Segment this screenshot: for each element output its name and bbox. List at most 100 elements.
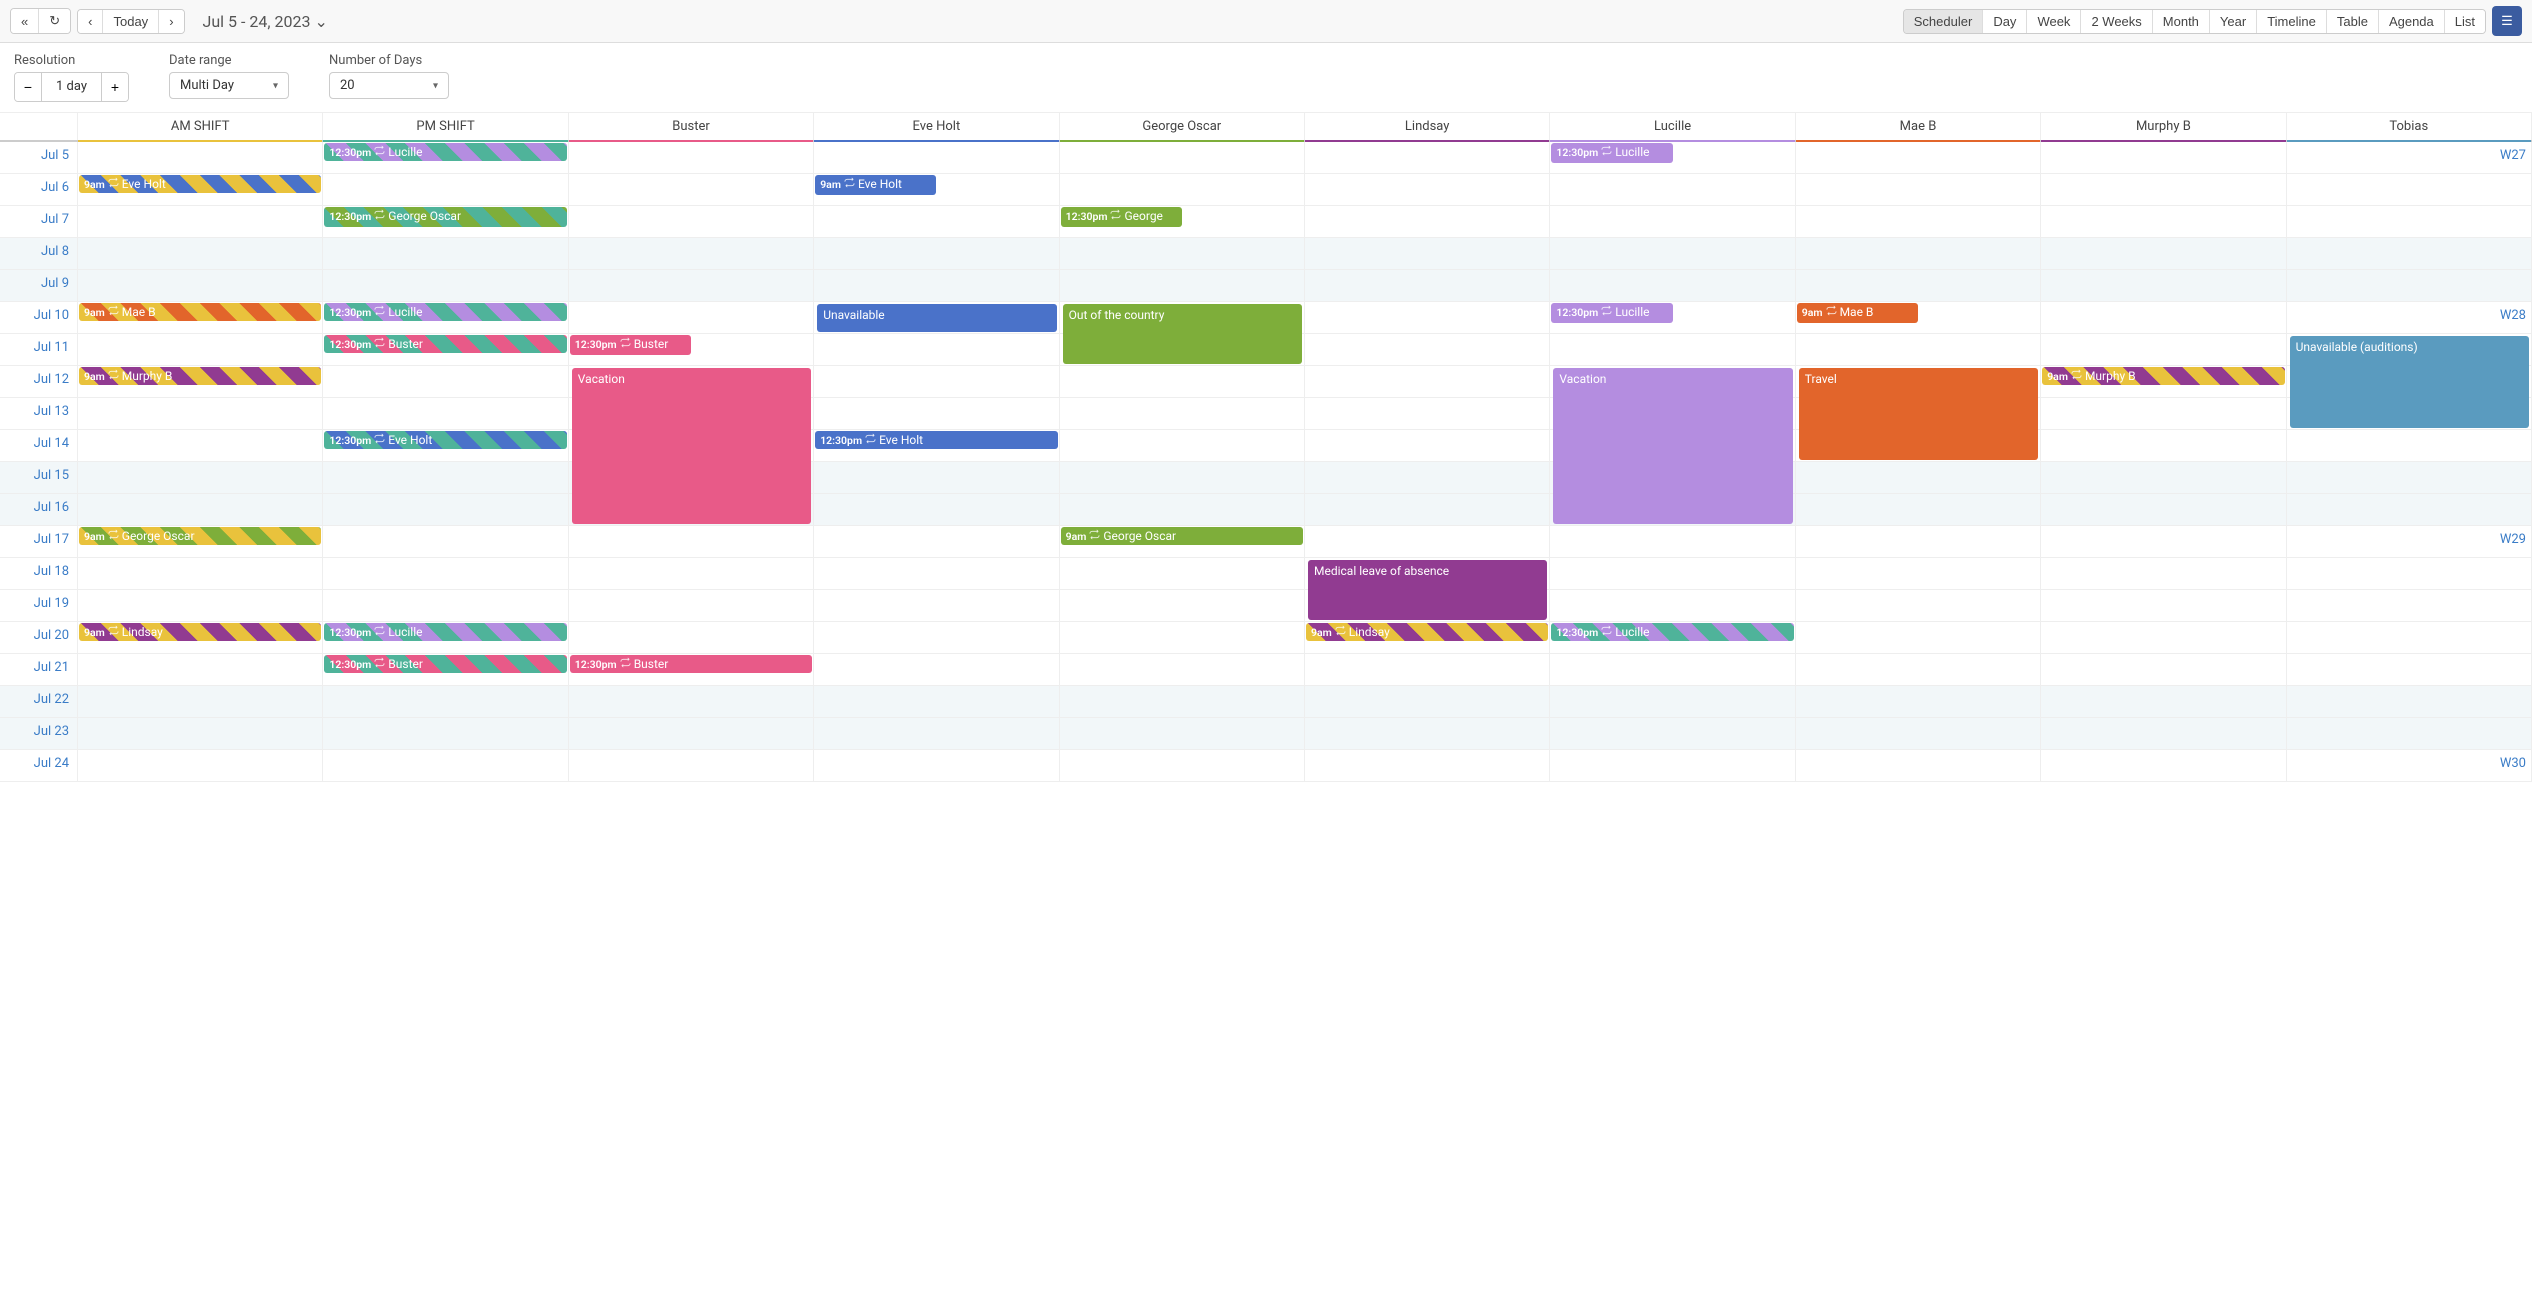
grid-cell[interactable] <box>78 206 323 237</box>
grid-cell[interactable] <box>323 526 568 557</box>
grid-cell[interactable] <box>2041 590 2286 621</box>
grid-cell[interactable] <box>1796 590 2041 621</box>
grid-cell[interactable] <box>2287 238 2532 269</box>
grid-cell[interactable] <box>2041 430 2286 461</box>
resource-header[interactable]: Tobias <box>2287 113 2532 140</box>
grid-cell[interactable] <box>814 590 1059 621</box>
grid-cell[interactable]: 12:30pmBuster <box>323 654 568 685</box>
grid-cell[interactable] <box>569 750 814 781</box>
resolution-decrease-button[interactable]: − <box>15 73 41 101</box>
grid-cell[interactable]: 9amGeorge Oscar <box>78 526 323 557</box>
grid-cell[interactable]: 12:30pmLucille <box>1550 142 1795 173</box>
grid-cell[interactable] <box>78 430 323 461</box>
grid-cell[interactable] <box>1305 206 1550 237</box>
grid-cell[interactable] <box>78 142 323 173</box>
grid-cell[interactable] <box>78 270 323 301</box>
grid-cell[interactable] <box>1305 238 1550 269</box>
grid-cell[interactable] <box>2041 174 2286 205</box>
grid-cell[interactable] <box>569 302 814 333</box>
grid-cell[interactable] <box>569 142 814 173</box>
grid-cell[interactable] <box>2041 686 2286 717</box>
today-button[interactable]: Today <box>103 10 159 33</box>
date-range-picker[interactable]: Jul 5 - 24, 2023 ⌄ <box>203 12 328 31</box>
grid-cell[interactable] <box>78 398 323 429</box>
date-cell[interactable]: Jul 21 <box>0 654 78 685</box>
shift-event[interactable]: 9amLindsay <box>1306 623 1548 641</box>
grid-cell[interactable] <box>1060 174 1305 205</box>
grid-cell[interactable] <box>1796 270 2041 301</box>
shift-event[interactable]: 9amEve Holt <box>79 175 321 193</box>
grid-cell[interactable]: 9amMurphy B <box>2041 366 2286 397</box>
grid-cell[interactable]: 9amMae B <box>1796 302 2041 333</box>
view-agenda-button[interactable]: Agenda <box>2379 10 2445 33</box>
block-event[interactable]: Unavailable <box>817 304 1056 332</box>
grid-cell[interactable] <box>569 206 814 237</box>
grid-cell[interactable]: 12:30pmBuster <box>323 334 568 365</box>
grid-cell[interactable] <box>2287 142 2532 173</box>
shift-event[interactable]: 12:30pmLucille <box>1551 303 1672 323</box>
block-event[interactable]: Out of the country <box>1063 304 1302 364</box>
resource-header[interactable]: Murphy B <box>2041 113 2286 140</box>
grid-cell[interactable] <box>569 174 814 205</box>
grid-cell[interactable] <box>1550 238 1795 269</box>
grid-cell[interactable] <box>2287 174 2532 205</box>
shift-event[interactable]: 12:30pmBuster <box>570 655 812 673</box>
grid-cell[interactable] <box>2287 718 2532 749</box>
grid-cell[interactable] <box>78 494 323 525</box>
grid-cell[interactable] <box>2041 334 2286 365</box>
grid-cell[interactable]: 12:30pmEve Holt <box>814 430 1059 461</box>
shift-event[interactable]: 12:30pmLucille <box>1551 143 1672 163</box>
date-cell[interactable]: Jul 12 <box>0 366 78 397</box>
grid-cell[interactable] <box>1305 686 1550 717</box>
grid-cell[interactable] <box>814 206 1059 237</box>
date-cell[interactable]: Jul 7 <box>0 206 78 237</box>
grid-cell[interactable]: 9amLindsay <box>1305 622 1550 653</box>
grid-cell[interactable] <box>814 750 1059 781</box>
grid-cell[interactable] <box>814 334 1059 365</box>
grid-cell[interactable]: 12:30pmLucille <box>323 302 568 333</box>
grid-cell[interactable] <box>569 558 814 589</box>
grid-cell[interactable] <box>814 238 1059 269</box>
resource-header[interactable]: George Oscar <box>1060 113 1305 140</box>
view-day-button[interactable]: Day <box>1983 10 2027 33</box>
grid-cell[interactable] <box>1305 142 1550 173</box>
grid-cell[interactable] <box>2287 622 2532 653</box>
resolution-increase-button[interactable]: + <box>102 73 128 101</box>
grid-cell[interactable] <box>2041 526 2286 557</box>
grid-cell[interactable] <box>1796 750 2041 781</box>
grid-cell[interactable] <box>1796 206 2041 237</box>
shift-event[interactable]: 12:30pmBuster <box>324 655 566 673</box>
grid-cell[interactable] <box>78 654 323 685</box>
grid-cell[interactable] <box>814 366 1059 397</box>
grid-cell[interactable] <box>323 238 568 269</box>
grid-cell[interactable] <box>1060 622 1305 653</box>
menu-button[interactable]: ☰ <box>2492 6 2522 36</box>
grid-cell[interactable] <box>569 238 814 269</box>
grid-cell[interactable] <box>323 270 568 301</box>
date-cell[interactable]: Jul 16 <box>0 494 78 525</box>
grid-cell[interactable] <box>323 750 568 781</box>
date-cell[interactable]: Jul 18 <box>0 558 78 589</box>
grid-cell[interactable] <box>2041 302 2286 333</box>
grid-cell[interactable] <box>1060 366 1305 397</box>
grid-cell[interactable] <box>1060 750 1305 781</box>
grid-cell[interactable] <box>2287 430 2532 461</box>
grid-cell[interactable] <box>1060 238 1305 269</box>
grid-cell[interactable] <box>78 686 323 717</box>
grid-cell[interactable] <box>78 558 323 589</box>
grid-cell[interactable] <box>2287 206 2532 237</box>
block-event[interactable]: Vacation <box>1553 368 1792 524</box>
grid-cell[interactable] <box>814 654 1059 685</box>
grid-cell[interactable] <box>2041 494 2286 525</box>
view-month-button[interactable]: Month <box>2153 10 2210 33</box>
grid-cell[interactable] <box>2041 622 2286 653</box>
grid-cell[interactable] <box>2041 206 2286 237</box>
grid-cell[interactable] <box>1796 526 2041 557</box>
grid-cell[interactable] <box>1550 270 1795 301</box>
grid-cell[interactable] <box>78 750 323 781</box>
prev-button[interactable]: ‹ <box>78 10 103 33</box>
view-table-button[interactable]: Table <box>2327 10 2379 33</box>
grid-cell[interactable] <box>1305 750 1550 781</box>
grid-cell[interactable] <box>1550 174 1795 205</box>
shift-event[interactable]: 9amEve Holt <box>815 175 936 195</box>
